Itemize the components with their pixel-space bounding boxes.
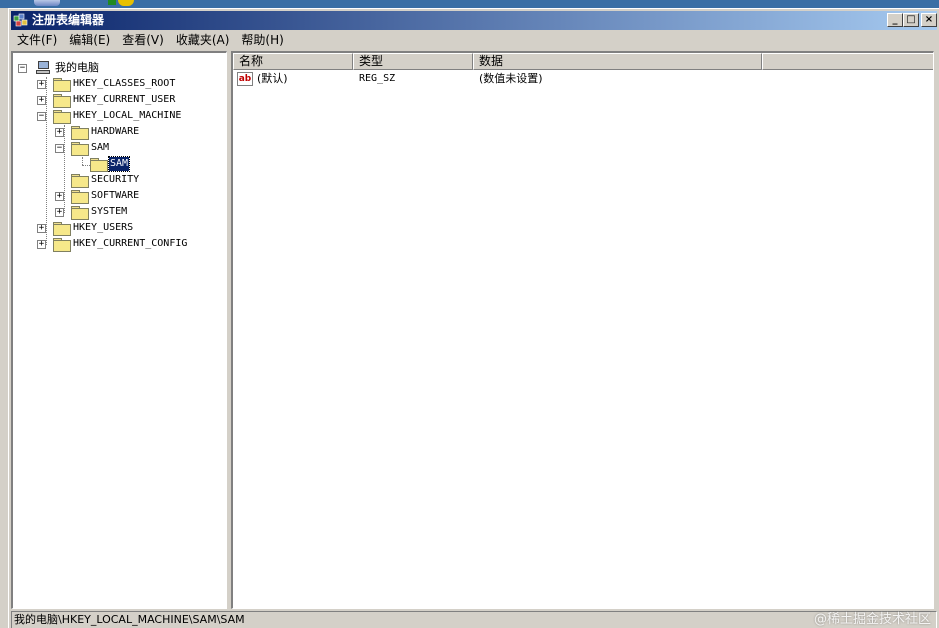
folder-icon bbox=[71, 190, 89, 204]
folder-icon bbox=[71, 174, 89, 188]
tree-connector bbox=[64, 125, 65, 213]
expand-toggle[interactable]: + bbox=[55, 192, 64, 201]
menu-favorites[interactable]: 收藏夹(A) bbox=[170, 32, 236, 49]
desktop-icon[interactable] bbox=[118, 0, 134, 6]
value-name: (默认) bbox=[257, 72, 288, 85]
folder-icon bbox=[53, 78, 71, 92]
value-data: (数值未设置) bbox=[479, 72, 543, 85]
collapse-toggle[interactable]: − bbox=[37, 112, 46, 121]
my-computer-icon bbox=[35, 61, 51, 75]
expand-toggle[interactable]: + bbox=[37, 240, 46, 249]
open-folder-icon bbox=[90, 158, 108, 172]
minimize-button[interactable]: _ bbox=[887, 13, 903, 27]
menu-file[interactable]: 文件(F) bbox=[11, 32, 63, 49]
value-type: REG_SZ bbox=[359, 73, 396, 84]
key-tree[interactable]: − 我的电脑 + HKEY_CLASSES_ROOT + HKEY_CURREN… bbox=[11, 51, 227, 609]
menu-bar: 文件(F) 编辑(E) 查看(V) 收藏夹(A) 帮助(H) bbox=[11, 31, 937, 50]
folder-icon bbox=[53, 110, 71, 124]
desktop-icon[interactable] bbox=[108, 0, 116, 5]
column-data-header[interactable]: 数据 bbox=[473, 53, 762, 70]
expand-toggle[interactable]: + bbox=[37, 224, 46, 233]
tree-item-hkcu[interactable]: HKEY_CURRENT_USER bbox=[72, 93, 176, 107]
expand-toggle[interactable]: + bbox=[55, 128, 64, 137]
status-path: 我的电脑\HKEY_LOCAL_MACHINE\SAM\SAM bbox=[14, 613, 245, 626]
list-header: 名称 类型 数据 bbox=[233, 53, 933, 70]
tree-item-hklm[interactable]: HKEY_LOCAL_MACHINE bbox=[72, 109, 182, 123]
folder-icon bbox=[53, 222, 71, 236]
tree-item-sam[interactable]: SAM bbox=[90, 141, 110, 155]
tree-item-system[interactable]: SYSTEM bbox=[90, 205, 128, 219]
desktop-background bbox=[0, 0, 939, 8]
tree-item-sam-sam[interactable]: SAM bbox=[107, 156, 131, 172]
tree-item-hardware[interactable]: HARDWARE bbox=[90, 125, 140, 139]
tree-connector bbox=[82, 157, 83, 165]
folder-icon bbox=[71, 206, 89, 220]
watermark: @稀土掘金技术社区 bbox=[813, 612, 931, 627]
tree-item-software[interactable]: SOFTWARE bbox=[90, 189, 140, 203]
folder-icon bbox=[71, 126, 89, 140]
expand-toggle[interactable]: + bbox=[55, 208, 64, 217]
menu-edit[interactable]: 编辑(E) bbox=[63, 32, 116, 49]
column-type-header[interactable]: 类型 bbox=[353, 53, 473, 70]
column-empty-header[interactable] bbox=[762, 53, 933, 70]
status-bar: 我的电脑\HKEY_LOCAL_MACHINE\SAM\SAM bbox=[11, 611, 937, 628]
string-value-icon: ab bbox=[237, 72, 253, 86]
tree-item-hkcc[interactable]: HKEY_CURRENT_CONFIG bbox=[72, 237, 188, 251]
collapse-toggle[interactable]: − bbox=[18, 64, 27, 73]
tree-item-hku[interactable]: HKEY_USERS bbox=[72, 221, 134, 235]
tree-connector bbox=[46, 77, 47, 245]
collapse-toggle[interactable]: − bbox=[55, 144, 64, 153]
column-name-header[interactable]: 名称 bbox=[233, 53, 353, 70]
tree-root-label[interactable]: 我的电脑 bbox=[54, 61, 100, 75]
folder-icon bbox=[53, 238, 71, 252]
tree-item-hkcr[interactable]: HKEY_CLASSES_ROOT bbox=[72, 77, 176, 91]
folder-icon bbox=[53, 94, 71, 108]
window-title: 注册表编辑器 bbox=[32, 13, 105, 27]
title-bar[interactable]: 注册表编辑器 _ □ × bbox=[11, 11, 937, 30]
menu-view[interactable]: 查看(V) bbox=[116, 32, 170, 49]
registry-editor-icon bbox=[13, 13, 28, 27]
value-list[interactable]: 名称 类型 数据 ab (默认) REG_SZ (数值未设置) bbox=[231, 51, 934, 609]
desktop-icon[interactable] bbox=[34, 0, 60, 6]
folder-icon bbox=[71, 142, 89, 156]
tree-item-security[interactable]: SECURITY bbox=[90, 173, 140, 187]
table-row[interactable]: ab (默认) REG_SZ (数值未设置) bbox=[233, 71, 933, 87]
expand-toggle[interactable]: + bbox=[37, 80, 46, 89]
expand-toggle[interactable]: + bbox=[37, 96, 46, 105]
menu-help[interactable]: 帮助(H) bbox=[235, 32, 289, 49]
close-button[interactable]: × bbox=[921, 13, 937, 27]
regedit-window: 注册表编辑器 _ □ × 文件(F) 编辑(E) 查看(V) 收藏夹(A) 帮助… bbox=[8, 8, 939, 628]
maximize-button[interactable]: □ bbox=[903, 13, 919, 27]
